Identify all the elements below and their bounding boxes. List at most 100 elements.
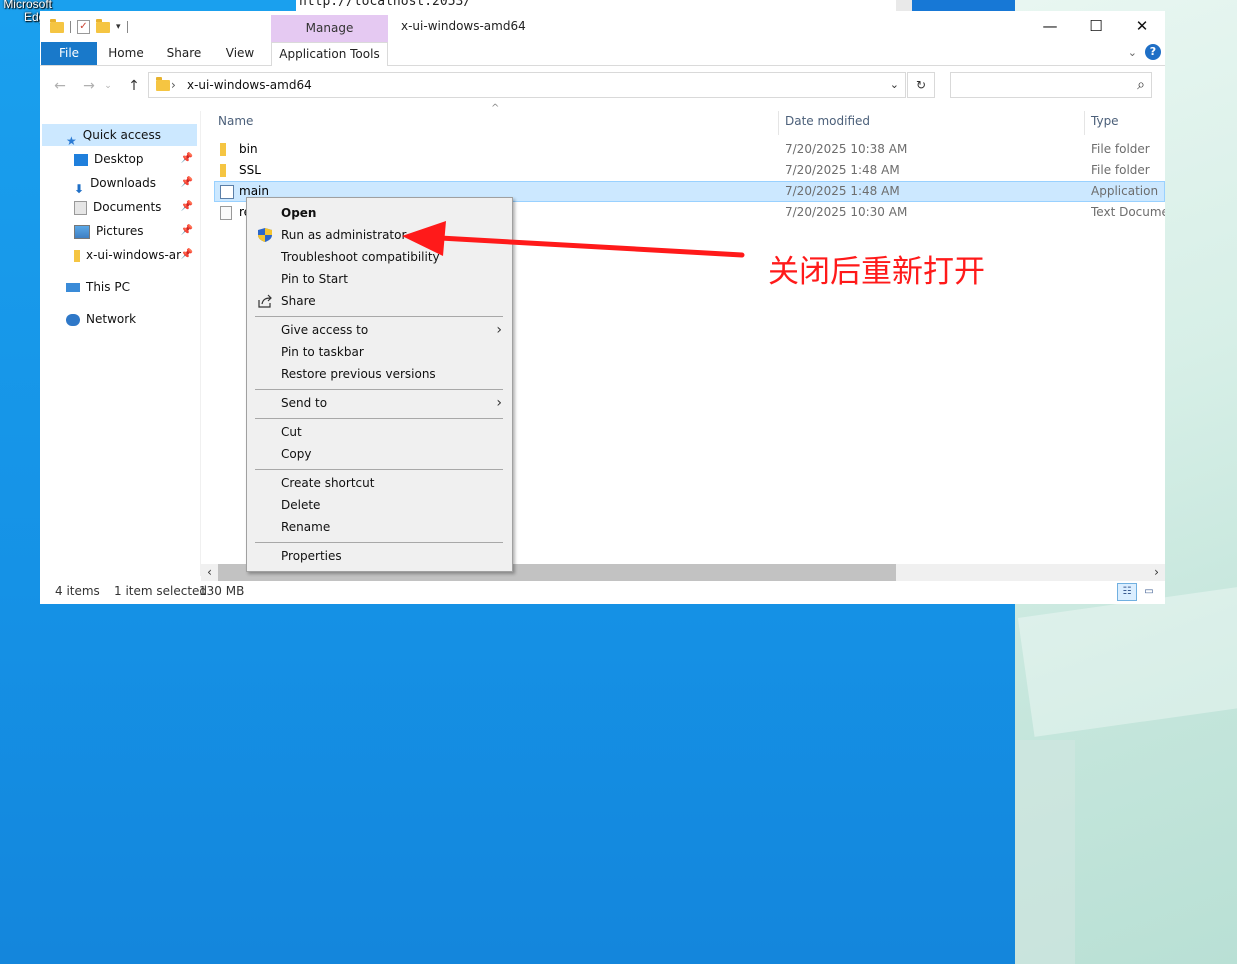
- menu-item-send-to[interactable]: Send to ›: [247, 392, 512, 414]
- table-row[interactable]: SSL 7/20/2025 1:48 AM File folder: [214, 160, 1165, 181]
- tab-file[interactable]: File: [41, 42, 97, 65]
- tab-home[interactable]: Home: [104, 42, 148, 65]
- menu-separator: [255, 418, 503, 419]
- folder-icon: [74, 249, 80, 262]
- download-icon: ⬇: [74, 181, 85, 195]
- menu-item-share[interactable]: Share: [247, 290, 512, 312]
- scroll-left-icon[interactable]: ‹: [201, 564, 218, 581]
- text-file-icon: [220, 206, 232, 220]
- sidebar-item-label: Desktop: [94, 152, 144, 166]
- file-type: File folder: [1091, 163, 1150, 177]
- column-header-type[interactable]: Type: [1091, 111, 1119, 135]
- refresh-button[interactable]: ↻: [907, 72, 935, 98]
- file-name: SSL: [239, 163, 261, 177]
- back-button[interactable]: ←: [49, 75, 71, 97]
- computer-icon: [66, 283, 80, 292]
- tab-application-tools[interactable]: Application Tools: [271, 42, 388, 66]
- details-view-button[interactable]: ☷: [1117, 583, 1137, 601]
- folder-icon: [220, 143, 226, 156]
- menu-item-troubleshoot[interactable]: Troubleshoot compatibility: [247, 246, 512, 268]
- menu-item-rename[interactable]: Rename: [247, 516, 512, 538]
- pin-icon: 📌: [180, 177, 193, 188]
- search-input[interactable]: ⌕: [950, 72, 1152, 98]
- properties-icon[interactable]: ✓: [77, 20, 90, 34]
- sidebar-item-x-ui-folder[interactable]: x-ui-windows-ar 📌: [42, 244, 197, 266]
- menu-item-label: Send to: [281, 396, 328, 410]
- menu-separator: [255, 469, 503, 470]
- sidebar-item-this-pc[interactable]: This PC: [42, 276, 197, 298]
- large-icons-view-button[interactable]: ▭: [1139, 583, 1159, 601]
- menu-item-run-as-admin[interactable]: Run as administrator: [247, 224, 512, 246]
- sidebar-item-label: Documents: [93, 200, 162, 214]
- sidebar-item-desktop[interactable]: Desktop 📌: [42, 148, 197, 170]
- folder-icon: [50, 18, 64, 33]
- sort-ascending-icon: ^: [491, 103, 500, 114]
- customize-toolbar-icon[interactable]: ▾: [116, 22, 121, 32]
- pin-icon: 📌: [180, 153, 193, 164]
- toolbar-divider: [126, 21, 128, 33]
- title-bar: ✓ ▾ Manage x-ui-windows-amd64 — ☐ ✕: [40, 11, 1165, 42]
- file-type: File folder: [1091, 142, 1150, 156]
- sidebar-item-label: Quick access: [82, 128, 161, 142]
- up-button[interactable]: ↑: [123, 75, 145, 97]
- menu-item-restore-versions[interactable]: Restore previous versions: [247, 363, 512, 385]
- column-divider[interactable]: [1084, 111, 1085, 135]
- table-row[interactable]: bin 7/20/2025 10:38 AM File folder: [214, 139, 1165, 160]
- menu-item-label: Run as administrator: [281, 228, 407, 242]
- sidebar-item-label: Network: [86, 312, 137, 326]
- breadcrumb-chevron-icon[interactable]: ›: [171, 73, 176, 97]
- menu-item-give-access[interactable]: Give access to ›: [247, 319, 512, 341]
- help-icon[interactable]: ?: [1145, 44, 1161, 60]
- menu-item-delete[interactable]: Delete: [247, 494, 512, 516]
- menu-item-create-shortcut[interactable]: Create shortcut: [247, 472, 512, 494]
- menu-item-pin-to-taskbar[interactable]: Pin to taskbar: [247, 341, 512, 363]
- file-date: 7/20/2025 1:48 AM: [785, 163, 900, 177]
- menu-item-cut[interactable]: Cut: [247, 421, 512, 443]
- scroll-right-icon[interactable]: ›: [1148, 564, 1165, 581]
- address-row: ← → ⌄ ↑ › x-ui-windows-amd64 ⌄ ↻ ⌕: [40, 71, 1165, 103]
- sidebar-item-downloads[interactable]: ⬇ Downloads 📌: [42, 172, 197, 194]
- minimize-button[interactable]: —: [1027, 11, 1073, 42]
- maximize-button[interactable]: ☐: [1073, 11, 1119, 42]
- address-dropdown-icon[interactable]: ⌄: [890, 73, 899, 97]
- star-icon: ★: [66, 133, 77, 147]
- column-divider[interactable]: [778, 111, 779, 135]
- manage-tab-group[interactable]: Manage: [271, 15, 388, 42]
- uac-shield-icon: [258, 228, 272, 242]
- tab-share[interactable]: Share: [162, 42, 206, 65]
- sidebar-item-network[interactable]: Network: [42, 308, 197, 330]
- file-date: 7/20/2025 10:30 AM: [785, 205, 908, 219]
- breadcrumb[interactable]: x-ui-windows-amd64: [187, 73, 312, 97]
- address-bar[interactable]: › x-ui-windows-amd64 ⌄: [148, 72, 906, 98]
- sidebar-item-quick-access[interactable]: ★ Quick access: [42, 124, 197, 146]
- sidebar-item-label: Pictures: [96, 224, 144, 238]
- new-folder-icon[interactable]: [96, 18, 110, 33]
- file-explorer-window: ✓ ▾ Manage x-ui-windows-amd64 — ☐ ✕ File…: [40, 11, 1165, 604]
- submenu-arrow-icon: ›: [496, 322, 502, 338]
- file-type: Text Documer: [1091, 205, 1165, 219]
- file-name: bin: [239, 142, 258, 156]
- toolbar-divider: [70, 21, 71, 33]
- menu-item-label: Share: [281, 294, 316, 308]
- expand-ribbon-icon[interactable]: ⌄: [1128, 46, 1137, 59]
- pin-icon: 📌: [180, 249, 193, 260]
- column-header-name[interactable]: Name: [218, 111, 253, 135]
- menu-item-open[interactable]: Open: [247, 202, 512, 224]
- pictures-icon: [74, 224, 90, 239]
- recent-locations-icon[interactable]: ⌄: [102, 75, 114, 97]
- selection-count: 1 item selected: [114, 584, 208, 598]
- menu-item-pin-to-start[interactable]: Pin to Start: [247, 268, 512, 290]
- sidebar-item-documents[interactable]: Documents 📌: [42, 196, 197, 218]
- menu-item-label: Give access to: [281, 323, 369, 337]
- menu-item-copy[interactable]: Copy: [247, 443, 512, 465]
- quick-access-toolbar: ✓ ▾: [50, 18, 128, 36]
- sidebar-item-pictures[interactable]: Pictures 📌: [42, 220, 197, 242]
- tab-view[interactable]: View: [220, 42, 260, 65]
- folder-icon: [220, 164, 226, 177]
- menu-item-properties[interactable]: Properties: [247, 545, 512, 567]
- column-header-date[interactable]: Date modified: [785, 111, 870, 135]
- forward-button[interactable]: →: [78, 75, 100, 97]
- close-button[interactable]: ✕: [1119, 11, 1165, 42]
- sidebar-item-label: Downloads: [90, 176, 156, 190]
- application-icon: [220, 185, 234, 199]
